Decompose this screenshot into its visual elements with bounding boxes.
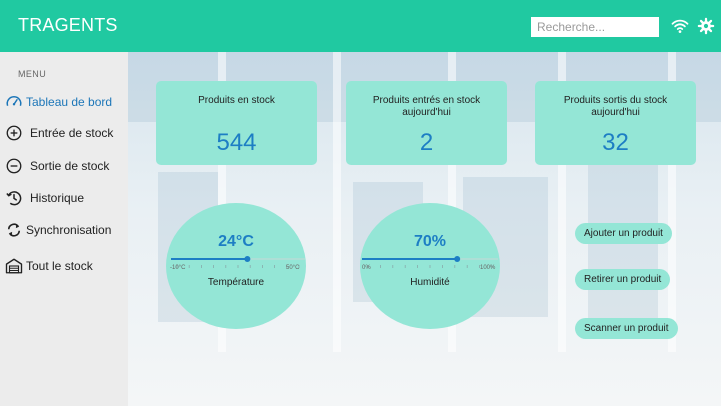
wifi-icon[interactable]: [671, 17, 689, 35]
warehouse-icon: [5, 258, 23, 274]
temperature-max-label: 50°C: [286, 265, 300, 271]
stat-title: Produits en stock: [198, 95, 275, 106]
humidity-min-label: 0%: [362, 265, 371, 271]
sidebar-item-label: Sortie de stock: [30, 159, 110, 173]
humidity-gauge: 70% 0% 100% Humidité: [360, 203, 500, 329]
stat-card-in-stock: Produits en stock 544: [156, 81, 317, 165]
stat-value: 32: [602, 129, 629, 156]
temperature-min-label: -10°C: [170, 265, 186, 271]
humidity-label: Humidité: [410, 277, 450, 288]
stat-value: 544: [216, 129, 257, 156]
stat-card-entered-today: Produits entrés en stock aujourd'hui 2: [346, 81, 507, 165]
sidebar-item-all-stock[interactable]: Tout le stock: [5, 255, 126, 277]
stat-title: Produits sortis du stock aujourd'hui: [563, 95, 668, 118]
sidebar-item-label: Tableau de bord: [26, 95, 113, 109]
sidebar-item-label: Entrée de stock: [30, 126, 114, 140]
temperature-label: Température: [207, 277, 265, 288]
sidebar-item-label: Synchronisation: [26, 223, 112, 237]
temperature-gauge: 24°C -10°C 50°C Température: [166, 203, 306, 329]
humidity-max-label: 100%: [480, 265, 496, 271]
stat-value: 2: [419, 129, 434, 156]
app-title: TRAGENTS: [18, 15, 118, 35]
search-input[interactable]: [531, 17, 659, 37]
gear-icon[interactable]: [697, 17, 715, 35]
sidebar: MENU Tableau de bord Entrée de stock Sor…: [0, 52, 128, 406]
sidebar-item-stock-out[interactable]: Sortie de stock: [5, 155, 126, 177]
humidity-scale: [362, 256, 498, 268]
sidebar-item-label: Tout le stock: [26, 259, 93, 273]
menu-title: MENU: [18, 69, 47, 79]
app-header: TRAGENTS: [0, 0, 721, 52]
plus-circle-icon: [6, 125, 22, 141]
dashboard-main: Produits en stock 544 Produits entrés en…: [128, 52, 721, 406]
sync-icon: [7, 223, 21, 237]
scan-product-button[interactable]: Scanner un produit: [575, 318, 678, 339]
stat-card-exited-today: Produits sortis du stock aujourd'hui 32: [535, 81, 696, 165]
humidity-slider-knob: [454, 256, 461, 262]
speedometer-icon: [6, 96, 22, 106]
history-icon: [6, 191, 22, 206]
temperature-slider-knob: [244, 256, 251, 262]
sidebar-item-stock-in[interactable]: Entrée de stock: [5, 122, 126, 144]
minus-circle-icon: [6, 158, 22, 174]
add-product-button[interactable]: Ajouter un produit: [575, 223, 672, 244]
remove-product-button[interactable]: Retirer un produit: [575, 269, 671, 290]
stat-title: Produits entrés en stock aujourd'hui: [372, 95, 481, 118]
sidebar-item-label: Historique: [30, 191, 85, 205]
temperature-scale: [171, 256, 305, 268]
sidebar-item-sync[interactable]: Synchronisation: [5, 219, 126, 241]
sidebar-item-dashboard[interactable]: Tableau de bord: [5, 91, 126, 113]
sidebar-item-history[interactable]: Historique: [5, 187, 126, 209]
